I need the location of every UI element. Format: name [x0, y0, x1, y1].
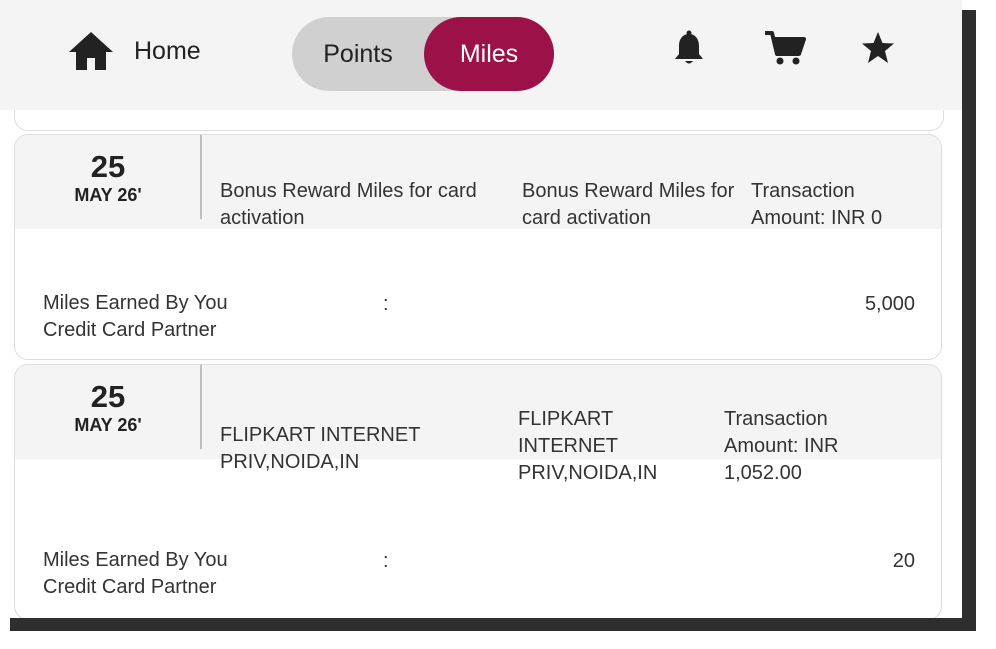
star-icon: [862, 32, 894, 63]
transaction-description-secondary: Bonus Reward Miles for card activation: [522, 180, 735, 229]
miles-earned-label: Miles Earned By You Credit Card Partner: [43, 292, 228, 341]
transaction-card[interactable]: 25 MAY 26' Bonus Reward Miles for card a…: [14, 134, 942, 360]
transaction-description-secondary: FLIPKART INTERNET PRIV,NOIDA,IN: [518, 408, 658, 484]
transaction-description: FLIPKART INTERNET PRIV,NOIDA,IN: [220, 424, 421, 473]
date-day: 25: [90, 379, 126, 414]
favorites-button[interactable]: [860, 30, 896, 66]
home-label: Home: [134, 36, 201, 65]
transaction-card[interactable]: 25 MAY 26' FLIPKART INTERNET PRIV,NOIDA,…: [14, 364, 942, 618]
toggle-miles[interactable]: Miles: [424, 17, 554, 91]
date-divider: [200, 365, 202, 449]
home-icon: [69, 32, 113, 70]
points-miles-toggle: Points Miles: [292, 17, 554, 91]
date-month: MAY 26': [74, 185, 142, 205]
miles-earned-value: 20: [892, 550, 915, 572]
frame-shadow-bottom: [10, 618, 976, 631]
separator: :: [383, 550, 389, 572]
date-day: 25: [90, 149, 126, 184]
separator: :: [383, 293, 389, 315]
cart-icon: [765, 31, 806, 65]
notifications-button[interactable]: [672, 30, 706, 66]
top-header: Home Points Miles: [0, 0, 962, 110]
frame-shadow-right: [962, 10, 976, 631]
transaction-amount: Transaction Amount: INR 1,052.00: [724, 408, 839, 484]
transaction-amount: Transaction Amount: INR 0: [751, 180, 883, 229]
transaction-description: Bonus Reward Miles for card activation: [220, 180, 477, 229]
transaction-date: 25 MAY 26': [15, 151, 201, 206]
home-link[interactable]: Home: [68, 30, 201, 72]
toggle-points[interactable]: Points: [292, 17, 424, 91]
cart-button[interactable]: [764, 30, 806, 66]
date-divider: [200, 135, 202, 219]
miles-earned-value: 5,000: [864, 293, 915, 315]
app-frame: Home Points Miles 25 MAY 26' Bonus Rewar…: [0, 0, 962, 618]
miles-earned-label: Miles Earned By You Credit Card Partner: [43, 549, 228, 598]
previous-card-edge: [14, 110, 944, 131]
date-month: MAY 26': [74, 415, 142, 435]
transaction-date: 25 MAY 26': [15, 381, 201, 436]
bell-icon: [675, 30, 703, 64]
